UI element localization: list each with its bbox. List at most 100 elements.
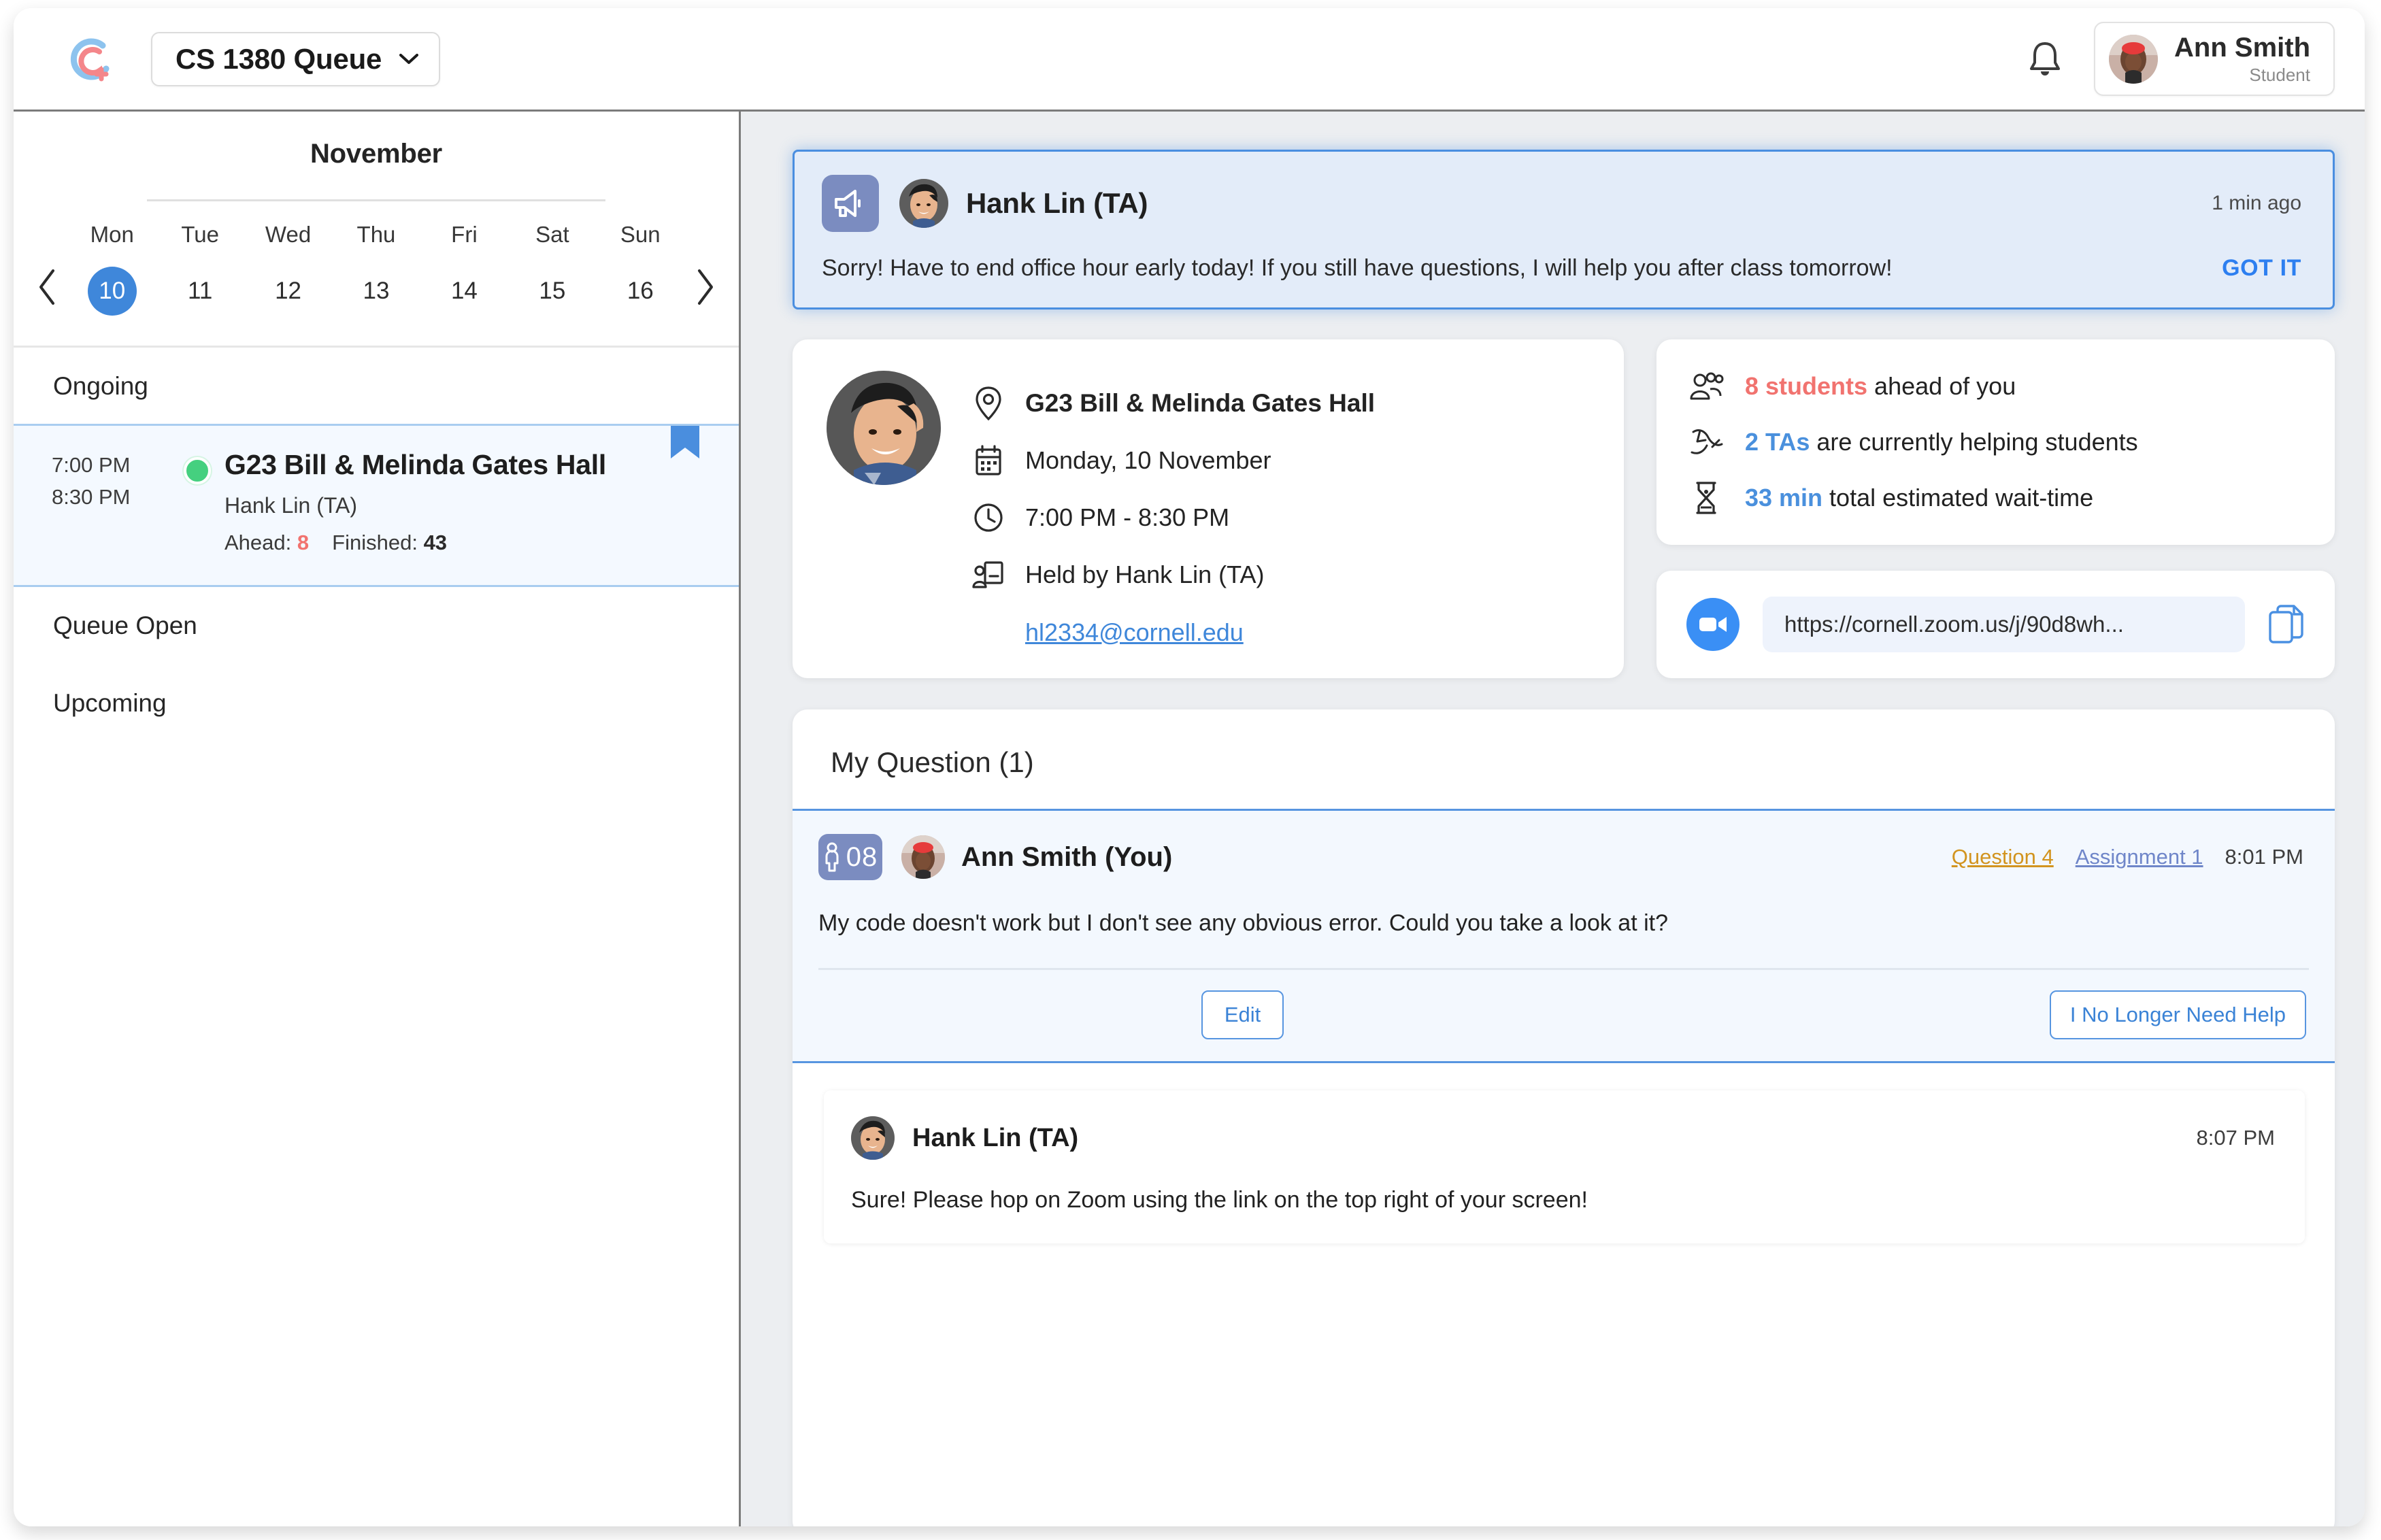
my-question-card: 08 Ann Smith (You) Question 4 Assignment… [793, 809, 2335, 1063]
course-select-dropdown[interactable]: CS 1380 Queue [151, 31, 441, 86]
session-detail-lines: G23 Bill & Melinda Gates Hall Monday, 10… [971, 371, 1375, 647]
student-avatar [901, 835, 945, 879]
calendar-dayname: Sat [535, 222, 569, 247]
info-cards-row: G23 Bill & Melinda Gates Hall Monday, 10… [793, 339, 2335, 678]
calendar-dayname: Mon [90, 222, 134, 247]
detail-host: Held by Hank Lin (TA) [1025, 560, 1265, 588]
announcement-body-row: Sorry! Have to end office hour early tod… [822, 255, 2301, 282]
calendar-dayname: Wed [265, 222, 312, 247]
stat-tas-helping: 2 TAs are currently helping students [1688, 425, 2302, 459]
my-question-author: Ann Smith (You) [961, 841, 1173, 872]
calendar-dayname: Thu [356, 222, 396, 247]
ta-reply-author: Hank Lin (TA) [912, 1123, 1079, 1152]
stat-students-suffix: ahead of you [1867, 372, 2016, 400]
my-question-meta: Question 4 Assignment 1 8:01 PM [1952, 845, 2303, 869]
my-question-actions: Edit I No Longer Need Help [793, 970, 2335, 1061]
detail-location-row: G23 Bill & Melinda Gates Hall [971, 386, 1375, 421]
my-question-time: 8:01 PM [2225, 845, 2303, 869]
my-question-header: 08 Ann Smith (You) Question 4 Assignment… [793, 811, 2335, 880]
session-ta: Hank Lin (TA) [224, 493, 358, 518]
detail-time-row: 7:00 PM - 8:30 PM [971, 500, 1375, 535]
calendar-date[interactable]: 14 [439, 267, 488, 316]
detail-date: Monday, 10 November [1025, 446, 1271, 474]
calendar-widget: November Mon Tue Wed Thu Fri Sat Sun 10 [14, 112, 739, 348]
sidebar-section-ongoing: Ongoing [53, 372, 148, 400]
stat-wait-time: 33 min total estimated wait-time [1688, 481, 2302, 515]
calendar-dayname: Tue [181, 222, 219, 247]
notification-bell-icon[interactable] [2027, 39, 2063, 79]
announcement-got-it-button[interactable]: GOT IT [2222, 255, 2301, 282]
right-info-column: 8 students ahead of you 2 TAs are curren… [1656, 339, 2335, 678]
sidebar-session-card[interactable]: 7:00 PM 8:30 PM G23 Bill & Melinda Gates… [14, 424, 739, 587]
session-times: 7:00 PM 8:30 PM [14, 449, 170, 555]
stat-tas-suffix: are currently helping students [1810, 428, 2138, 456]
calendar-date[interactable]: 12 [264, 267, 313, 316]
session-stats: Ahead: 8 Finished: 43 [224, 531, 657, 555]
main-content: Hank Lin (TA) 1 min ago Sorry! Have to e… [741, 112, 2365, 1526]
session-finished-group: Finished: 43 [332, 531, 447, 555]
group-people-icon [1688, 369, 1725, 403]
calendar-date[interactable]: 13 [352, 267, 401, 316]
stat-wait-value: 33 min [1745, 484, 1823, 512]
my-question-body: My code doesn't work but I don't see any… [818, 910, 1669, 936]
session-ahead-value: 8 [297, 531, 310, 554]
calendar-next-button[interactable] [684, 238, 725, 306]
detail-host-row: Held by Hank Lin (TA) [971, 557, 1375, 592]
user-role: Student [2249, 65, 2310, 86]
calendar-date[interactable]: 15 [528, 267, 577, 316]
detail-time-range: 7:00 PM - 8:30 PM [1025, 503, 1230, 531]
calendar-grid: Mon Tue Wed Thu Fri Sat Sun 10 11 12 13 … [14, 222, 739, 322]
detail-location: G23 Bill & Melinda Gates Hall [1025, 389, 1376, 417]
session-finished-label: Finished: [332, 531, 418, 554]
user-text-block: Ann Smith Student [2174, 33, 2310, 86]
zoom-video-icon[interactable] [1686, 598, 1739, 651]
active-green-dot-icon [184, 457, 211, 484]
calendar-days: Mon Tue Wed Thu Fri Sat Sun 10 11 12 13 … [68, 222, 684, 322]
session-start-time: 7:00 PM [52, 453, 131, 477]
session-title: G23 Bill & Melinda Gates Hall [224, 449, 606, 480]
announcement-time: 1 min ago [2212, 192, 2301, 214]
ta-reply-body: Sure! Please hop on Zoom using the link … [851, 1187, 1588, 1213]
person-queue-icon: 08 [818, 834, 882, 880]
sidebar-section-upcoming[interactable]: Upcoming [14, 665, 739, 742]
bookmark-icon[interactable] [671, 426, 699, 476]
sidebar-section-queue-open[interactable]: Queue Open [14, 587, 739, 665]
announcement-header: Hank Lin (TA) 1 min ago [822, 175, 2301, 232]
detail-email-link[interactable]: hl2334@cornell.edu [1025, 618, 1375, 647]
ta-reply-card: Hank Lin (TA) 8:07 PM Sure! Please hop o… [824, 1090, 2305, 1243]
hourglass-icon [1688, 481, 1725, 515]
calendar-date[interactable]: 11 [176, 267, 224, 316]
queue-logo-icon[interactable] [60, 30, 118, 88]
session-ahead-group: Ahead: 8 [224, 531, 309, 555]
calendar-month-label: November [310, 139, 443, 169]
session-status-col [170, 449, 224, 555]
stat-students-text: 8 students ahead of you [1745, 372, 2016, 401]
edit-question-button[interactable]: Edit [1201, 990, 1284, 1039]
session-end-time: 8:30 PM [52, 485, 131, 509]
clock-icon [971, 500, 1006, 535]
tag-assignment[interactable]: Assignment 1 [2076, 845, 2203, 869]
announcement-message: Sorry! Have to end office hour early tod… [822, 255, 1893, 281]
calendar-date[interactable]: 16 [616, 267, 665, 316]
app-header: CS 1380 Queue Ann Smith Student [14, 8, 2365, 112]
session-main: G23 Bill & Melinda Gates Hall Hank Lin (… [224, 449, 739, 555]
my-question-title: My Question (1) [831, 746, 1034, 778]
session-finished-value: 43 [423, 531, 448, 554]
queue-stats-card: 8 students ahead of you 2 TAs are curren… [1656, 339, 2335, 545]
queue-position-number: 08 [846, 841, 878, 872]
ta-reply-time: 8:07 PM [2196, 1126, 2275, 1150]
zoom-url-value[interactable]: https://cornell.zoom.us/j/90d8wh... [1763, 597, 2245, 652]
stat-tas-count: 2 TAs [1745, 428, 1810, 456]
calendar-date-selected[interactable]: 10 [87, 267, 137, 316]
copy-icon[interactable] [2268, 604, 2305, 645]
stat-wait-text: 33 min total estimated wait-time [1745, 484, 2093, 512]
presenter-icon [971, 557, 1006, 592]
user-profile-chip[interactable]: Ann Smith Student [2094, 21, 2335, 97]
ta-avatar [827, 371, 941, 485]
header-right-group: Ann Smith Student [2027, 21, 2335, 97]
calendar-prev-button[interactable] [27, 238, 68, 306]
calendar-dayname: Fri [451, 222, 478, 247]
app-body: November Mon Tue Wed Thu Fri Sat Sun 10 [14, 112, 2365, 1526]
tag-question[interactable]: Question 4 [1952, 845, 2054, 869]
no-longer-need-help-button[interactable]: I No Longer Need Help [2049, 990, 2306, 1039]
